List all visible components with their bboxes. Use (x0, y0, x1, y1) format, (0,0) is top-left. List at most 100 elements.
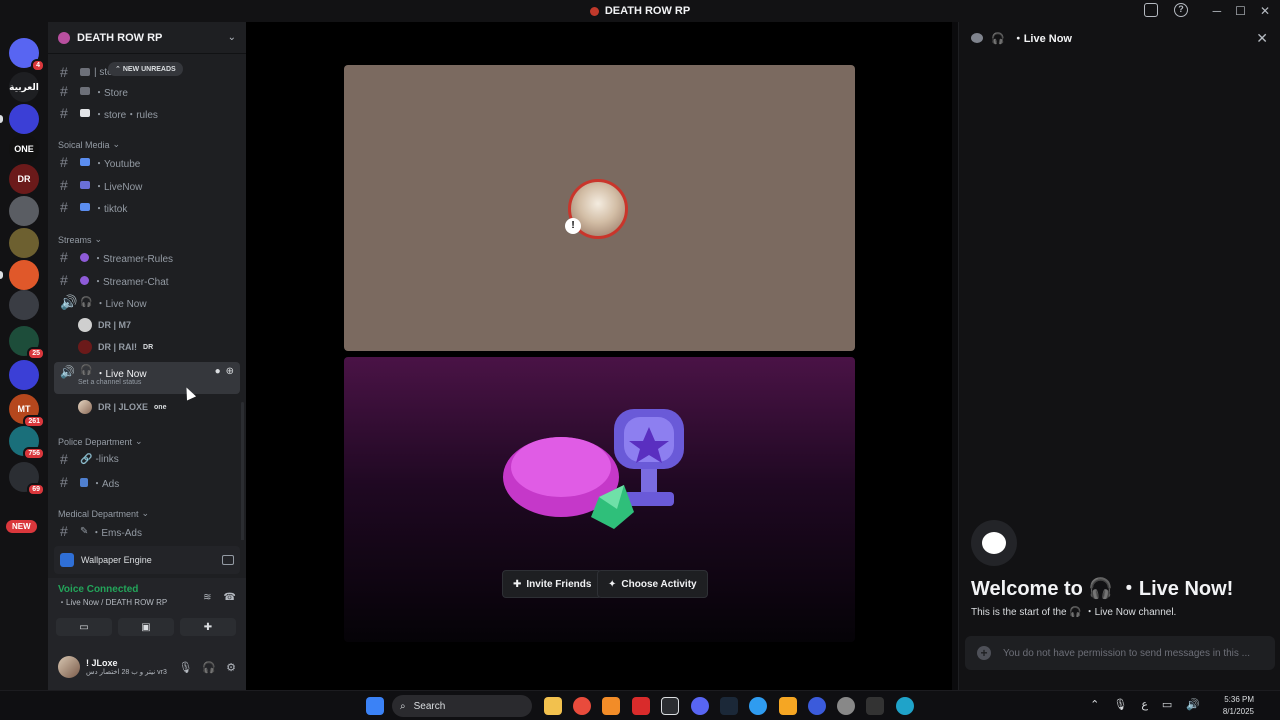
plus-icon[interactable]: + (977, 646, 991, 660)
maximize-button[interactable]: ☐ (1235, 4, 1246, 18)
microphone-icon[interactable]: 🎙 (1113, 698, 1127, 711)
disconnect-icon[interactable]: ☎ (224, 592, 236, 603)
close-icon[interactable]: ✕ (1256, 30, 1268, 47)
server-folder-2[interactable] (9, 360, 39, 390)
avatar[interactable] (58, 656, 80, 678)
steam-icon[interactable] (720, 697, 738, 715)
category-police[interactable]: Police Department ⌄ (58, 436, 143, 447)
inbox-icon[interactable] (1144, 3, 1158, 17)
guild-header[interactable]: DEATH ROW RP ⌄ (48, 22, 246, 54)
voice-channel-live-now-1[interactable]: 🔊 🎧 ・Live Now (54, 292, 240, 312)
voice-stage: ! ✚ Invite Friends ✦ Choose Activity (246, 22, 952, 690)
chevron-up-icon[interactable]: ⌃ (1090, 698, 1099, 711)
server-one[interactable]: ONE (9, 134, 39, 164)
server-wolf[interactable] (9, 196, 39, 226)
server-green[interactable]: 25 (9, 326, 45, 360)
user-tag: DR (143, 343, 154, 351)
choose-activity-button[interactable]: ✦ Choose Activity (597, 570, 708, 598)
voice-user-rai[interactable]: DR | RAI! DR (78, 338, 153, 356)
windows-start-icon[interactable] (366, 697, 384, 715)
server-dark[interactable]: 69 (9, 462, 45, 496)
channel-label: ・Streamer-Rules (93, 253, 174, 265)
server-mt[interactable]: MT 261 (9, 394, 45, 428)
category-streams[interactable]: Streams ⌄ (58, 234, 102, 245)
app-icon[interactable] (837, 697, 855, 715)
noise-suppression-icon[interactable]: ≋ (203, 592, 211, 603)
gear-icon[interactable]: ⚙ (226, 661, 236, 674)
hash-icon: # (60, 83, 68, 99)
edge-icon[interactable] (896, 697, 914, 715)
server-label: MT (17, 404, 31, 414)
welcome-subtitle: This is the start of the 🎧 ・Live Now cha… (971, 607, 1177, 618)
add-friend-icon: ✚ (513, 578, 522, 590)
app-icon[interactable] (632, 697, 650, 715)
channel-ems-ads[interactable]: # ✎ ・Ems-Ads (54, 521, 240, 540)
screen-share-button[interactable]: ▣ (118, 618, 174, 636)
minimize-button[interactable]: ─ (1213, 4, 1222, 18)
app-icon[interactable] (661, 697, 679, 715)
category-social-media[interactable]: Soical Media ⌄ (58, 139, 120, 150)
channel-streamer-rules[interactable]: # ・Streamer-Rules (54, 247, 240, 267)
discord-home[interactable]: 4 (9, 38, 45, 72)
server-orange[interactable] (0, 260, 39, 290)
headphones-icon[interactable]: 🎧 (202, 661, 216, 674)
guild-name: DEATH ROW RP (77, 31, 163, 44)
clock[interactable]: 5:36 PM 8/1/2025 (1223, 694, 1254, 718)
server-teal[interactable]: 756 (9, 426, 45, 460)
server-folder-1[interactable] (0, 104, 39, 134)
gamepad-icon: ✦ (608, 578, 617, 590)
channel-store-rules[interactable]: # ・store・rules (54, 103, 240, 123)
server-dr[interactable]: DR (9, 164, 39, 194)
unread-pill (0, 115, 3, 123)
discord-icon[interactable] (691, 697, 709, 715)
composer-placeholder: You do not have permission to send messa… (1003, 647, 1250, 659)
chat-icon[interactable]: ● (215, 366, 221, 377)
channel-links[interactable]: # 🔗 -links (54, 449, 240, 469)
category-label: Medical Department (58, 508, 139, 519)
channel-tiktok[interactable]: # ・tiktok (54, 197, 240, 217)
server-arabic[interactable]: العربية (9, 72, 39, 102)
channel-scrollbar[interactable] (241, 402, 244, 540)
volume-icon[interactable]: 🔊 (1186, 698, 1200, 711)
channel-ads[interactable]: # ・Ads (54, 472, 240, 492)
close-window-button[interactable]: ✕ (1260, 4, 1270, 18)
voice-channel-live-now-2[interactable]: 🔊 🎧 ・Live Now Set a channel status ● ⊕ (54, 362, 240, 394)
voice-user-m7[interactable]: DR | M7 (78, 316, 131, 334)
activity-button[interactable]: ✚ (180, 618, 236, 636)
help-icon[interactable]: ? (1174, 3, 1188, 17)
voice-connected-panel: Voice Connected ・Live Now / DEATH ROW RP… (48, 578, 246, 644)
add-member-icon[interactable]: ⊕ (226, 366, 234, 377)
new-unreads-button[interactable]: ⌃ NEW UNREADS (108, 62, 183, 76)
app-icon[interactable] (779, 697, 797, 715)
hash-icon: # (60, 64, 68, 80)
microphone-icon[interactable]: 🎙 (178, 661, 192, 674)
channel-status[interactable]: Set a channel status (78, 379, 141, 386)
wallpaper-engine-panel[interactable]: Wallpaper Engine (54, 546, 240, 574)
channel-streamer-chat[interactable]: # ・Streamer-Chat (54, 270, 240, 290)
taskbar-search[interactable]: ⌕ Search (392, 695, 532, 717)
server-crest[interactable] (9, 228, 39, 258)
taskbar: ⌕ Search ⌃ 🎙 ع ▭ 🔊 5:36 PM 8/1/2025 (0, 690, 1280, 720)
network-icon[interactable]: ▭ (1162, 698, 1172, 711)
invite-friends-button[interactable]: ✚ Invite Friends (502, 570, 603, 598)
voice-user-jloxe[interactable]: DR | JLOXE one (78, 398, 166, 416)
channel-youtube[interactable]: # ・Youtube (54, 152, 240, 172)
language-indicator[interactable]: ع (1141, 698, 1148, 711)
app-icon[interactable] (749, 697, 767, 715)
app-icon[interactable] (602, 697, 620, 715)
app-icon[interactable] (808, 697, 826, 715)
chrome-icon[interactable] (573, 697, 591, 715)
app-icon[interactable] (866, 697, 884, 715)
screen-icon[interactable] (222, 555, 234, 565)
file-explorer-icon[interactable] (544, 697, 562, 715)
channel-store[interactable]: # ・Store (54, 81, 240, 101)
category-medical[interactable]: Medical Department ⌄ (58, 508, 149, 519)
message-composer[interactable]: + You do not have permission to send mes… (965, 636, 1275, 670)
gamepad-icon: ✚ (203, 621, 213, 633)
server-char[interactable] (9, 290, 39, 320)
camera-button[interactable]: ▭ (56, 618, 112, 636)
channel-livenow[interactable]: # ・LiveNow (54, 175, 240, 195)
participant-tile[interactable]: ! (344, 65, 855, 351)
mention-badge: 69 (27, 483, 45, 496)
camera-off-icon: ▭ (79, 621, 89, 633)
